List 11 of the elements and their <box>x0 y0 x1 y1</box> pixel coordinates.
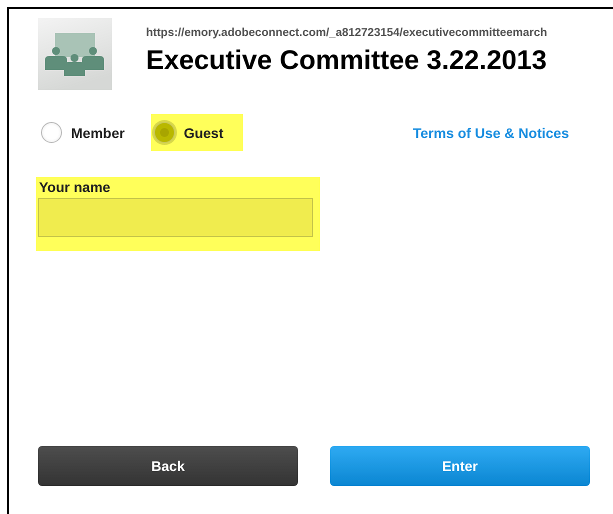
meeting-title: Executive Committee 3.22.2013 <box>146 45 548 76</box>
radio-button[interactable] <box>41 122 62 143</box>
back-button[interactable]: Back <box>38 446 298 486</box>
meeting-url: https://emory.adobeconnect.com/_a812723154/executivecommitteemarch <box>146 27 548 39</box>
radio-button[interactable] <box>154 122 175 143</box>
option-label[interactable]: Guest <box>184 124 224 140</box>
meeting-room-icon <box>38 18 112 90</box>
option-label[interactable]: Member <box>71 124 125 140</box>
field-label: Your name <box>38 179 112 195</box>
name-input-field[interactable] <box>38 198 313 237</box>
terms-link[interactable]: Terms of Use & Notices <box>412 124 569 140</box>
